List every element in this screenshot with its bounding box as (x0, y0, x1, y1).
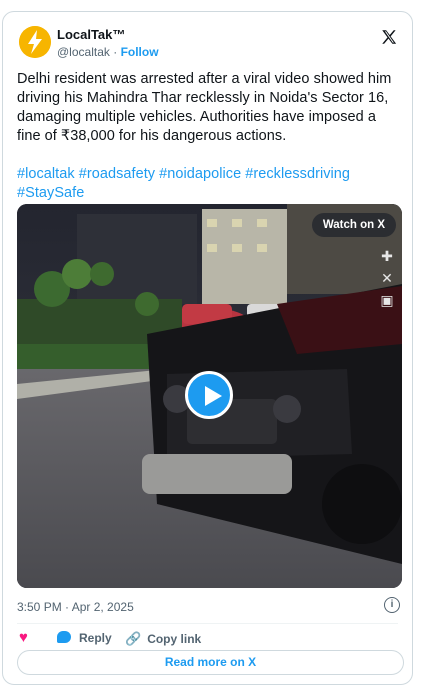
tweet-embed-card: LocalTak™ @localtak · Follow Delhi resid… (2, 11, 413, 685)
tweet-timestamp[interactable]: 3:50 PM · Apr 2, 2025 (17, 600, 134, 614)
tweet-header: LocalTak™ @localtak · Follow (19, 26, 398, 62)
tweet-body: Delhi resident was arrested after a vira… (17, 71, 392, 144)
video-thumbnail[interactable]: Watch on X ✚ ✕ ▣ (17, 204, 402, 588)
separator: · (113, 45, 118, 59)
reply-label: Reply (79, 631, 112, 645)
author-handle[interactable]: @localtak (57, 45, 110, 59)
lightning-logo-icon (19, 26, 51, 58)
author-handle-row: @localtak · Follow (57, 45, 159, 59)
read-more-button[interactable]: Read more on X (17, 650, 404, 675)
heart-icon[interactable]: ♥ (19, 629, 28, 646)
avatar[interactable] (19, 26, 51, 58)
overlay-close-icon: ✕ (381, 270, 393, 286)
follow-button[interactable]: Follow (121, 45, 159, 59)
overlay-badge-icon: ✚ (381, 248, 393, 264)
instagram-icon: ▣ (380, 292, 394, 308)
reply-button[interactable]: Reply (57, 631, 112, 645)
tweet-text: Delhi resident was arrested after a vira… (17, 70, 401, 203)
watch-on-x-button[interactable]: Watch on X (311, 213, 396, 237)
author-name[interactable]: LocalTak™ (57, 27, 125, 42)
reply-icon (57, 631, 71, 643)
video-side-icons: ✚ ✕ ▣ (378, 245, 396, 311)
link-icon: 🔗 (125, 631, 142, 646)
x-logo-icon[interactable] (380, 28, 398, 46)
info-icon[interactable]: i (384, 597, 400, 613)
play-button[interactable] (185, 371, 233, 419)
tweet-hashtags[interactable]: #localtak #roadsafety #noidapolice #reck… (17, 165, 401, 203)
divider (17, 623, 398, 624)
copy-link-button[interactable]: 🔗 Copy link (125, 631, 201, 647)
copy-link-label: Copy link (147, 632, 202, 646)
